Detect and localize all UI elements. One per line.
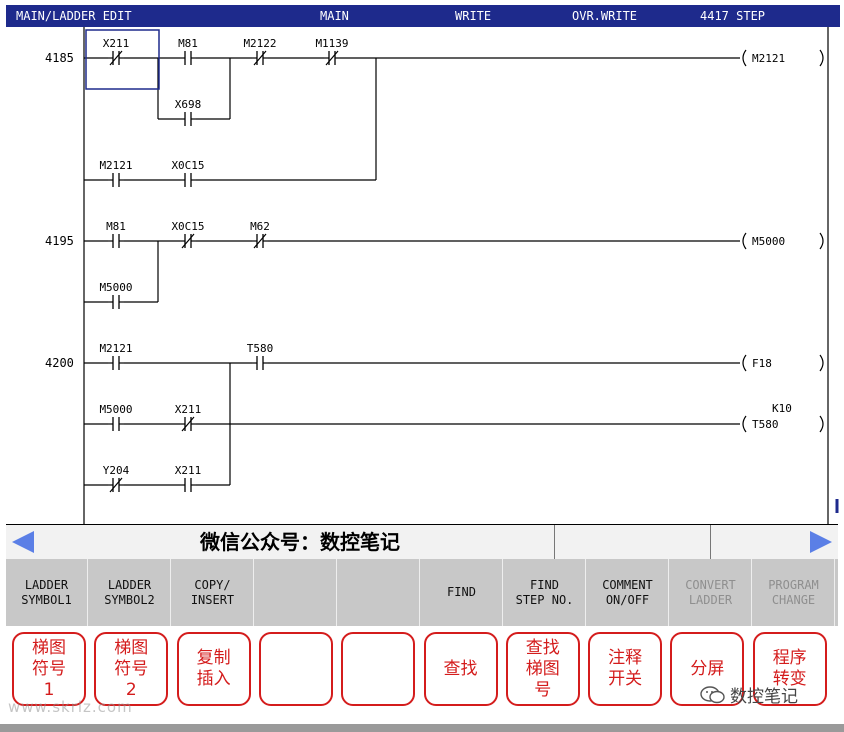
contact-no[interactable]: M5000 <box>99 403 133 431</box>
ladder-symbol1-key[interactable]: LADDER SYMBOL1 <box>6 559 88 626</box>
annotation-box: 查找 <box>423 632 498 706</box>
contact-nc[interactable]: M2122 <box>243 37 277 66</box>
blank-key-4[interactable] <box>255 559 337 626</box>
contact-label: M81 <box>178 37 198 50</box>
contact-no[interactable]: M5000 <box>99 281 133 309</box>
contact-nc[interactable]: X211 <box>175 403 202 432</box>
step-number: 4200 <box>45 356 74 370</box>
account-name: 数控笔记 <box>730 687 798 707</box>
contact-no[interactable]: M2121 <box>99 159 133 187</box>
contact-no[interactable]: M81 <box>178 37 198 65</box>
status-segment <box>554 525 711 559</box>
coil-output[interactable]: M5000 <box>742 232 824 250</box>
contact-no[interactable]: M2121 <box>99 342 133 370</box>
account-watermark: 数控笔记 <box>700 682 798 707</box>
contact-nc[interactable]: M62 <box>250 220 270 249</box>
annotation-box: 注释 开关 <box>588 632 663 706</box>
contact-nc[interactable]: Y204 <box>103 464 130 493</box>
bottom-bar <box>0 724 844 732</box>
right-arrow-icon[interactable] <box>810 531 832 553</box>
contact-label: M2121 <box>99 159 132 172</box>
coil-output[interactable]: T580 K10 <box>742 402 824 433</box>
message-text: 微信公众号：数控笔记 <box>46 525 555 559</box>
contact-nc[interactable]: X0C15 <box>171 220 205 249</box>
contact-label: X211 <box>175 464 202 477</box>
mode-label: MAIN/LADDER EDIT <box>16 9 132 23</box>
contact-label: X698 <box>175 98 202 111</box>
site-watermark: www.skrlz.com <box>8 698 133 716</box>
annotation-box <box>258 632 333 706</box>
contact-label: M81 <box>106 220 126 233</box>
contact-label: M62 <box>250 220 270 233</box>
coil-label: M5000 <box>752 235 785 248</box>
coil-output[interactable]: F18 <box>742 354 824 372</box>
contact-nc[interactable]: M1139 <box>315 37 349 66</box>
convert-ladder-key[interactable]: CONVERT LADDER <box>670 559 752 626</box>
program-change-key[interactable]: PROGRAM CHANGE <box>753 559 835 626</box>
contact-label: M2122 <box>243 37 276 50</box>
contact-label: X0C15 <box>171 220 204 233</box>
contact-no[interactable]: M81 <box>106 220 126 248</box>
contact-label: M5000 <box>99 281 132 294</box>
coil-label: T580 <box>752 418 779 431</box>
contact-label: X211 <box>175 403 202 416</box>
contact-no[interactable]: X0C15 <box>171 159 205 187</box>
function-key-bar: LADDER SYMBOL1 LADDER SYMBOL2 COPY/ INSERT… <box>6 559 838 626</box>
contact-label: T580 <box>247 342 274 355</box>
coil-constant: K10 <box>772 402 792 415</box>
find-key[interactable]: FIND <box>421 559 503 626</box>
contact-no[interactable]: X698 <box>175 98 202 126</box>
contact-nc[interactable]: X211 <box>103 37 130 66</box>
step-number: 4185 <box>45 51 74 65</box>
contact-no[interactable]: X211 <box>175 464 202 492</box>
step-count: 4417 STEP <box>700 9 766 23</box>
status-header: MAIN/LADDER EDIT MAIN WRITE OVR.WRITE 44… <box>6 5 840 27</box>
message-bar: 微信公众号：数控笔记 <box>6 524 838 560</box>
contact-label: M2121 <box>99 342 132 355</box>
step-number: 4195 <box>45 234 74 248</box>
annotation-box: 梯图 符号 2 <box>94 632 169 706</box>
contact-label: Y204 <box>103 464 130 477</box>
annotation-box: 查找 梯图 号 <box>505 632 580 706</box>
contact-label: M1139 <box>315 37 348 50</box>
annotation-box: 复制 插入 <box>176 632 251 706</box>
blank-key-5[interactable] <box>338 559 420 626</box>
annotation-box: 梯图 符号 1 <box>12 632 86 706</box>
coil-label: M2121 <box>752 52 785 65</box>
left-arrow-icon[interactable] <box>12 531 34 553</box>
comment-toggle-key[interactable]: COMMENT ON/OFF <box>587 559 669 626</box>
ladder-diagram[interactable]: 4185 4195 4200 X211 M81 M2122 M1139 X698 M212… <box>0 27 844 524</box>
overwrite-mode: OVR.WRITE <box>572 9 638 23</box>
ladder-symbol2-key[interactable]: LADDER SYMBOL2 <box>89 559 171 626</box>
copy-insert-key[interactable]: COPY/ INSERT <box>172 559 254 626</box>
contact-label: X211 <box>103 37 130 50</box>
find-step-key[interactable]: FIND STEP NO. <box>504 559 586 626</box>
write-mode: WRITE <box>455 9 492 23</box>
coil-output[interactable]: M2121 <box>742 49 824 67</box>
program-name: MAIN <box>320 9 349 23</box>
contact-label: X0C15 <box>171 159 204 172</box>
contact-label: M5000 <box>99 403 132 416</box>
annotation-box <box>341 632 416 706</box>
coil-label: F18 <box>752 357 772 370</box>
wechat-icon <box>700 686 725 704</box>
contact-no[interactable]: T580 <box>247 342 274 370</box>
